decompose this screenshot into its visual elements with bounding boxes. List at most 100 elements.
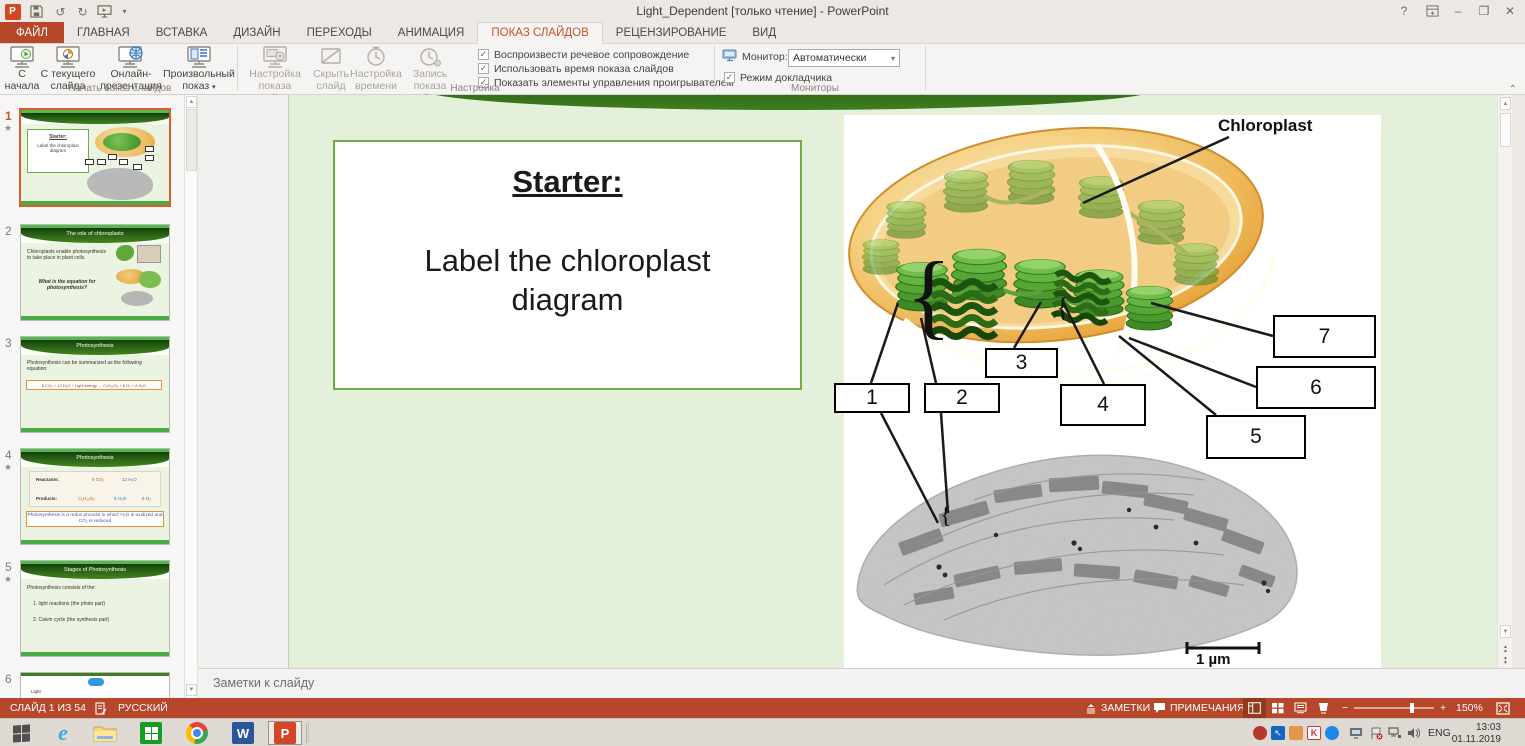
monitor-globe-icon (117, 45, 145, 69)
thumb-number: 1 (5, 109, 12, 123)
word-icon[interactable]: W (226, 721, 260, 745)
tab-slideshow[interactable]: ПОКАЗ СЛАЙДОВ (477, 22, 603, 44)
checkbox-icon: ✓ (478, 49, 489, 60)
internet-explorer-icon[interactable]: e (46, 720, 80, 745)
checkbox-play-narrations[interactable]: ✓ Воспроизвести речевое сопровождение (478, 48, 689, 61)
tray-icon-clock-blue[interactable] (1325, 726, 1339, 740)
tab-insert[interactable]: ВСТАВКА (143, 22, 221, 43)
slide-thumbnail-3[interactable]: Photosynthesis Photosynthesis can be sum… (20, 336, 170, 433)
scrollbar-thumb[interactable] (186, 109, 197, 171)
tab-home[interactable]: ГЛАВНАЯ (64, 22, 143, 43)
tray-icon-app-blue[interactable]: ↖ (1271, 726, 1285, 740)
scrollbar-thumb[interactable] (1500, 113, 1511, 147)
monitor-chart-icon (55, 45, 81, 69)
ribbon-tab-strip: ФАЙЛ ГЛАВНАЯ ВСТАВКА ДИЗАЙН ПЕРЕХОДЫ АНИ… (0, 22, 1525, 44)
fit-to-window-button[interactable] (1496, 698, 1510, 718)
slide-thumbnail-1[interactable]: Starter: Label the chloroplast diagram (19, 108, 171, 207)
slide-sorter-view-button[interactable] (1266, 698, 1289, 718)
network-icon[interactable] (1388, 726, 1402, 740)
notes-pane[interactable]: Заметки к слайду (198, 668, 1525, 698)
label-box-7[interactable]: 7 (1273, 315, 1376, 358)
zoom-slider-thumb[interactable] (1410, 703, 1414, 713)
from-beginning-button[interactable]: С начала (4, 45, 40, 92)
volume-icon[interactable] (1406, 726, 1420, 740)
grana-bracket: { (906, 242, 952, 348)
slide-canvas-area: Starter: Label the chloroplast diagram {… (198, 95, 1497, 668)
notes-placeholder: Заметки к слайду (213, 676, 315, 690)
zoom-level[interactable]: 150% (1456, 698, 1483, 718)
monitor-play-icon (9, 45, 35, 69)
label-box-5[interactable]: 5 (1206, 415, 1306, 459)
next-slide-button[interactable]: ▼ ▼ (1500, 655, 1511, 666)
setup-slideshow-button: Настройка показа слайдов (241, 45, 309, 103)
tab-file[interactable]: ФАЙЛ (0, 22, 64, 43)
label-box-2[interactable]: 2 (924, 383, 1000, 413)
previous-slide-button[interactable]: ▲ ▲ (1500, 643, 1511, 654)
starter-textbox[interactable]: Starter: Label the chloroplast diagram (333, 140, 802, 390)
spellcheck-icon[interactable] (95, 698, 107, 718)
slideshow-view-button[interactable] (1312, 698, 1335, 718)
action-center-flag-icon[interactable] (1369, 726, 1383, 740)
scroll-up-icon[interactable]: ▲ (1500, 97, 1511, 110)
slide-thumbnail-5[interactable]: Stages of Photosynthesis Photosynthesis … (20, 560, 170, 657)
ribbon-display-options-button[interactable] (1419, 0, 1445, 21)
tab-review[interactable]: РЕЦЕНЗИРОВАНИЕ (603, 22, 740, 43)
window-title: Light_Dependent [только чтение] - PowerP… (636, 4, 889, 18)
monitor-select[interactable]: Автоматически ▾ (788, 49, 900, 67)
tab-design[interactable]: ДИЗАЙН (220, 22, 293, 43)
slide-thumbnail-6[interactable]: Light (20, 672, 170, 698)
slide-indicator[interactable]: СЛАЙД 1 ИЗ 54 (10, 698, 86, 718)
monitor-list-icon (186, 45, 212, 69)
tab-view[interactable]: ВИД (739, 22, 789, 43)
thumb-number: 2 (5, 224, 12, 238)
slide-thumbnail-4[interactable]: Photosynthesis Reactants: 6 CO₂ 12 H₂O P… (20, 448, 170, 545)
zoom-in-button[interactable]: + (1440, 698, 1446, 718)
label-box-6[interactable]: 6 (1256, 366, 1376, 409)
normal-view-button[interactable] (1243, 698, 1266, 718)
powerpoint-window: P ↺ ↻ ▾ Light_Dependent [только чтение] … (0, 0, 1525, 746)
thumb-number: 5 (5, 560, 12, 574)
kaspersky-icon[interactable]: K (1307, 726, 1321, 740)
tab-transitions[interactable]: ПЕРЕХОДЫ (294, 22, 385, 43)
language-switcher[interactable]: ENG (1428, 727, 1451, 739)
restore-button[interactable]: ❐ (1471, 0, 1497, 21)
display-tray-icon[interactable] (1349, 726, 1363, 740)
scroll-down-icon[interactable]: ▼ (1500, 625, 1511, 638)
main-scrollbar[interactable]: ▲ ▼ ▲ ▲ ▼ ▼ (1497, 95, 1512, 668)
tray-icon-app-orange[interactable] (1289, 726, 1303, 740)
clock[interactable]: 13:03 01.11.2019 (1452, 722, 1501, 745)
label-box-1[interactable]: 1 (834, 383, 910, 413)
checkbox-icon: ✓ (478, 63, 489, 74)
zoom-out-button[interactable]: − (1342, 698, 1348, 718)
zoom-slider[interactable] (1354, 703, 1434, 713)
chloroplast-image[interactable]: { {{Chloroplast 1 µm 1 2 3 4 5 6 7 (834, 115, 1381, 668)
label-box-3[interactable]: 3 (985, 348, 1058, 378)
slide-thumbnail-panel: 1 ★ Starter: Label the chloroplast diagr… (0, 95, 185, 698)
checkbox-use-timings[interactable]: ✓ Использовать время показа слайдов (478, 62, 674, 75)
group-label-start-slideshow: Начать показ слайдов (68, 83, 172, 94)
chrome-icon[interactable] (180, 721, 214, 745)
tab-animations[interactable]: АНИМАЦИЯ (385, 22, 478, 43)
file-explorer-icon[interactable] (88, 721, 122, 745)
taskbar: e W P ↖ K ENG 13:03 01.11.2019 (0, 718, 1525, 746)
monitor-icon (722, 49, 738, 65)
comments-toggle-button[interactable]: ПРИМЕЧАНИЯ (1153, 698, 1245, 718)
powerpoint-taskbar-button[interactable]: P (268, 721, 302, 745)
slide-editing-surface[interactable]: Starter: Label the chloroplast diagram {… (288, 95, 1497, 668)
start-button[interactable] (4, 721, 38, 745)
reading-view-button[interactable] (1289, 698, 1312, 718)
thumbnail-scrollbar[interactable]: ▲ ▼ (185, 95, 198, 698)
group-label-setup: Настройка (450, 83, 500, 94)
scroll-up-icon[interactable]: ▲ (186, 96, 197, 108)
windows-store-icon[interactable] (134, 721, 168, 745)
label-box-4[interactable]: 4 (1060, 384, 1146, 426)
minimize-button[interactable]: – (1445, 0, 1471, 21)
close-button[interactable]: ✕ (1497, 0, 1523, 21)
slide-thumbnail-2[interactable]: The role of chloroplasts Chloroplasts en… (20, 224, 170, 321)
language-indicator[interactable]: РУССКИЙ (118, 698, 168, 718)
help-button[interactable]: ? (1391, 0, 1417, 21)
notes-toggle-button[interactable]: ЗАМЕТКИ (1085, 698, 1150, 718)
collapse-ribbon-icon[interactable]: ⌃ (1509, 84, 1517, 95)
tray-icon-updater[interactable] (1253, 726, 1267, 740)
scroll-down-icon[interactable]: ▼ (186, 684, 197, 696)
